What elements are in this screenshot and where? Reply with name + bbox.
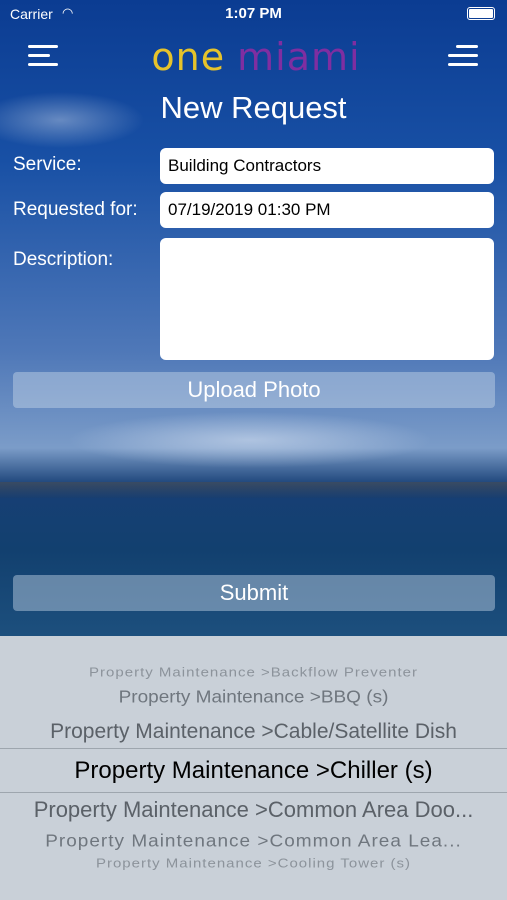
one-miami-logo: one miami	[151, 35, 359, 79]
service-picker[interactable]: Property Maintenance >Backflow Preventer…	[0, 636, 507, 900]
menu-line	[448, 63, 478, 66]
logo-one: one	[151, 35, 226, 79]
service-field[interactable]: Building Contractors	[160, 148, 494, 184]
menu-line	[28, 63, 58, 66]
page-title: New Request	[160, 90, 347, 125]
menu-line	[456, 45, 478, 48]
picker-selection-top-line	[0, 748, 507, 749]
requested-for-value: 07/19/2019 01:30 PM	[168, 200, 331, 219]
screen: Carrier ◠ 1:07 PM one miami New Request …	[0, 0, 507, 900]
status-bar: Carrier ◠ 1:07 PM	[0, 0, 507, 28]
menu-line	[28, 54, 50, 57]
upload-photo-button[interactable]: Upload Photo	[13, 372, 495, 408]
menu-line	[28, 45, 58, 48]
picker-item[interactable]: Property Maintenance >BBQ (s)	[0, 688, 507, 708]
horizon	[0, 482, 507, 498]
battery-icon	[467, 7, 495, 20]
logo-miami: miami	[237, 35, 361, 79]
service-value: Building Contractors	[168, 156, 322, 175]
picker-item[interactable]: Property Maintenance >Cable/Satellite Di…	[0, 720, 507, 744]
submit-button[interactable]: Submit	[13, 575, 495, 611]
requested-for-label: Requested for:	[13, 199, 138, 220]
right-menu-button[interactable]	[448, 42, 480, 68]
picker-item[interactable]: Property Maintenance >Cooling Tower (s)	[0, 856, 507, 870]
menu-line	[448, 54, 478, 57]
picker-item[interactable]: Property Maintenance >Common Area Doo...	[0, 797, 507, 823]
picker-selection-bottom-line	[0, 792, 507, 793]
service-label: Service:	[13, 154, 82, 175]
picker-selected-item[interactable]: Property Maintenance >Chiller (s)	[0, 757, 507, 785]
status-time: 1:07 PM	[225, 5, 282, 22]
picker-item[interactable]: Property Maintenance >Common Area Lea...	[0, 832, 507, 852]
picker-item[interactable]: Property Maintenance >Backflow Preventer	[0, 665, 507, 679]
description-label: Description:	[13, 249, 114, 270]
requested-for-field[interactable]: 07/19/2019 01:30 PM	[160, 192, 494, 228]
left-menu-button[interactable]	[28, 42, 60, 68]
description-field[interactable]	[160, 238, 494, 360]
